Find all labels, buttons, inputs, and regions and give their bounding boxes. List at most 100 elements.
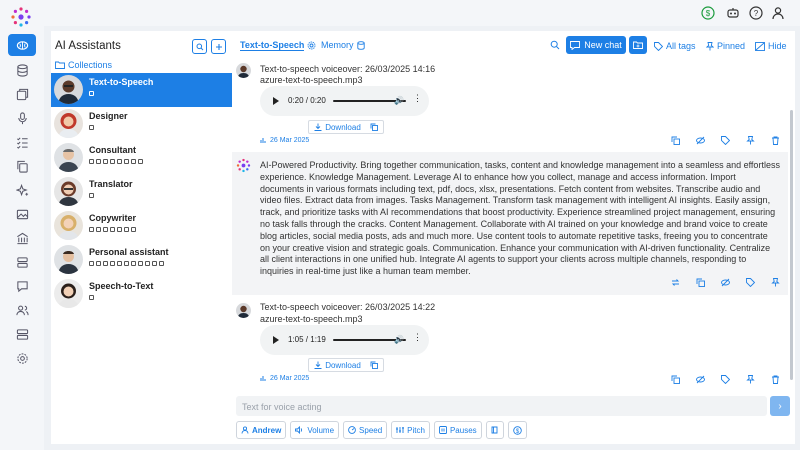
gear-icon[interactable]: [307, 41, 316, 50]
avatar: [54, 279, 83, 308]
play-icon[interactable]: [273, 336, 279, 344]
cost-button[interactable]: $: [507, 421, 527, 439]
copy-icon[interactable]: [370, 361, 378, 369]
tag-icon[interactable]: [746, 278, 756, 288]
rail-sparkles-icon[interactable]: [8, 179, 36, 201]
hide-icon[interactable]: [696, 375, 705, 384]
message-actions: [671, 136, 780, 146]
rail-copy-icon[interactable]: [8, 155, 36, 177]
avatar: [236, 63, 251, 78]
tab-memory[interactable]: Memory: [321, 40, 365, 50]
hide-button[interactable]: Hide: [755, 41, 787, 51]
rail-image-icon[interactable]: [8, 203, 36, 225]
rail-bank-icon[interactable]: [8, 227, 36, 249]
play-icon[interactable]: [273, 97, 279, 105]
more-options-icon[interactable]: ⋮: [413, 94, 422, 103]
rail-layers-icon[interactable]: [8, 251, 36, 273]
search-icon: [196, 43, 203, 50]
dollar-icon[interactable]: $: [700, 5, 716, 21]
audio-player[interactable]: 1:05 / 1:19 🔊 ⋮: [260, 325, 429, 355]
new-chat-button[interactable]: New chat: [566, 36, 626, 54]
new-folder-button[interactable]: [629, 36, 647, 54]
message-title: Text-to-speech voiceover: 26/03/2025 14:…: [260, 64, 436, 74]
help-icon[interactable]: ?: [748, 5, 764, 21]
download-button[interactable]: Download: [308, 120, 384, 134]
audio-player[interactable]: 0:20 / 0:20 🔊 ⋮: [260, 86, 429, 116]
pin-icon[interactable]: [771, 278, 780, 287]
assistant-name: Personal assistant: [89, 247, 169, 257]
rail-brain-icon[interactable]: [8, 34, 36, 56]
assistant-item-translator[interactable]: Translator: [51, 175, 232, 209]
copy-icon[interactable]: [370, 123, 378, 131]
hide-icon[interactable]: [696, 136, 705, 145]
voice-text-input[interactable]: Text for voice acting: [236, 396, 767, 416]
download-icon: [314, 361, 322, 369]
copy-icon[interactable]: [696, 278, 705, 287]
copy-icon[interactable]: [671, 375, 680, 384]
download-button[interactable]: Download: [308, 358, 384, 372]
rail-microphone-icon[interactable]: [8, 107, 36, 129]
rail-gallery-icon[interactable]: [8, 83, 36, 105]
collections-link[interactable]: Collections: [55, 60, 112, 70]
hide-icon[interactable]: [721, 278, 730, 287]
copy-icon[interactable]: [671, 136, 680, 145]
logo-icon[interactable]: [10, 6, 32, 28]
chat-scrollbar[interactable]: [790, 110, 793, 380]
pin-icon[interactable]: [746, 375, 755, 384]
more-options-icon[interactable]: ⋮: [413, 333, 422, 342]
tab-label: Memory: [321, 40, 354, 50]
volume-icon[interactable]: 🔊: [394, 96, 404, 105]
avatar: [54, 143, 83, 172]
all-tags-filter[interactable]: All tags: [654, 41, 696, 51]
tag-icon[interactable]: [721, 375, 731, 385]
assistant-item-personal-assistant[interactable]: Personal assistant: [51, 243, 232, 277]
assistant-item-designer[interactable]: Designer: [51, 107, 232, 141]
assistant-capability-icons: [89, 295, 94, 300]
add-assistant-button[interactable]: [211, 39, 226, 54]
download-label: Download: [325, 360, 361, 370]
voice-label: Andrew: [252, 425, 282, 435]
avatar: [54, 177, 83, 206]
rail-server-icon[interactable]: [8, 323, 36, 345]
svg-text:$: $: [706, 9, 711, 18]
assistant-item-text-to-speech[interactable]: Text-to-Speech: [51, 73, 232, 107]
rail-settings-icon[interactable]: [8, 347, 36, 369]
rail-database-icon[interactable]: [8, 59, 36, 81]
pitch-label: Pitch: [407, 425, 425, 435]
pitch-button[interactable]: Pitch: [391, 421, 430, 439]
assistant-item-speech-to-text[interactable]: Speech-to-Text: [51, 277, 232, 311]
assistant-item-copywriter[interactable]: Copywriter: [51, 209, 232, 243]
tag-icon[interactable]: [721, 136, 731, 146]
download-icon: [314, 123, 322, 131]
send-button[interactable]: ›: [770, 396, 790, 416]
person-icon: [241, 426, 249, 434]
audio-time: 0:20 / 0:20: [288, 96, 326, 105]
arrow-right-icon: ›: [778, 400, 782, 412]
pin-icon[interactable]: [746, 136, 755, 145]
rail-checklist-icon[interactable]: [8, 131, 36, 153]
collections-label: Collections: [68, 60, 113, 70]
search-icon[interactable]: [550, 40, 560, 50]
rail-users-icon[interactable]: [8, 299, 36, 321]
voice-select-button[interactable]: Andrew: [236, 421, 287, 439]
assistant-item-consultant[interactable]: Consultant: [51, 141, 232, 175]
volume-icon[interactable]: 🔊: [394, 335, 404, 344]
rail-chat-icon[interactable]: [8, 275, 36, 297]
pauses-button[interactable]: Pauses: [433, 421, 482, 439]
search-assistants-button[interactable]: [192, 39, 207, 54]
volume-button[interactable]: Volume: [290, 421, 340, 439]
speed-button[interactable]: Speed: [343, 421, 388, 439]
delete-icon[interactable]: [771, 136, 780, 145]
assistant-capability-icons: [89, 193, 94, 198]
book-button[interactable]: [485, 421, 504, 439]
assistants-panel: AI Assistants Collections Text-to-Speech…: [51, 31, 232, 444]
tab-text-to-speech[interactable]: Text-to-Speech: [240, 40, 316, 51]
robot-icon[interactable]: [725, 5, 741, 21]
pinned-filter[interactable]: Pinned: [706, 41, 745, 51]
pinned-label: Pinned: [717, 41, 746, 51]
user-icon[interactable]: [770, 5, 786, 21]
regenerate-icon[interactable]: [671, 278, 680, 287]
message-date: 26 Mar 2025: [260, 137, 309, 144]
svg-text:?: ?: [754, 9, 759, 18]
delete-icon[interactable]: [771, 375, 780, 384]
